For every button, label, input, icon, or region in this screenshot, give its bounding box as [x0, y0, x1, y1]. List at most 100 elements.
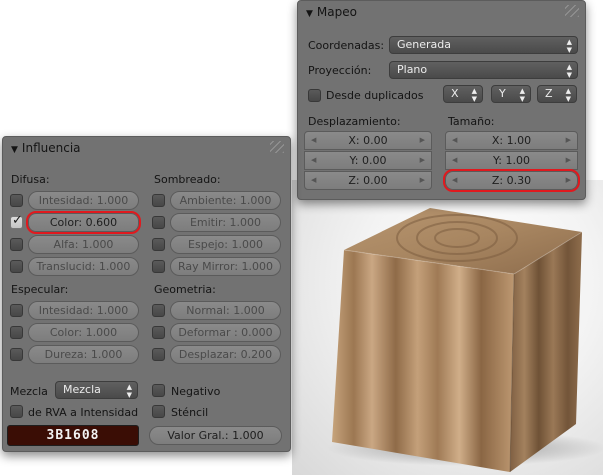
esp-color-value: Color: 1.000	[49, 326, 118, 339]
normal-checkbox[interactable]	[152, 304, 165, 317]
emitir-checkbox[interactable]	[152, 216, 165, 229]
desplazamiento-z-field[interactable]: ◀ Z: 0.00 ▶	[304, 171, 432, 190]
desplazamiento-y-field[interactable]: ◀ Y: 0.00 ▶	[304, 151, 432, 170]
espejo-checkbox[interactable]	[152, 238, 165, 251]
negativo-checkbox[interactable]	[152, 384, 165, 397]
panel-grip-icon[interactable]	[565, 5, 579, 17]
influencia-panel: ▼Influencia Difusa: Intesidad: 1.000 Col…	[2, 136, 291, 452]
sombreado-label: Sombreado:	[154, 173, 221, 186]
normal-field[interactable]: Normal: 1.000	[170, 301, 281, 320]
alfa-checkbox[interactable]	[10, 238, 23, 251]
alfa-field[interactable]: Alfa: 1.000	[28, 235, 139, 254]
dureza-value: Dureza: 1.000	[44, 348, 123, 361]
mezcla-select[interactable]: Mezcla ▲ ▼	[55, 381, 138, 399]
ambiente-field[interactable]: Ambiente: 1.000	[170, 191, 281, 210]
updown-arrows-icon: ▲ ▼	[519, 87, 525, 103]
coordenadas-value: Generada	[397, 38, 452, 51]
emitir-field[interactable]: Emitir: 1.000	[170, 213, 281, 232]
rva-intensidad-label: de RVA a Intensidad	[28, 406, 139, 419]
ambiente-checkbox[interactable]	[152, 194, 165, 207]
color-checkbox[interactable]	[10, 213, 23, 229]
axis-y-select[interactable]: Y ▲ ▼	[491, 85, 531, 103]
color-value: Color: 0.600	[49, 216, 118, 229]
desplazar-field[interactable]: Desplazar: 0.200	[170, 345, 281, 364]
alfa-value: Alfa: 1.000	[53, 238, 114, 251]
panel-grip-icon[interactable]	[270, 141, 284, 153]
axis-y-value: Y	[499, 87, 506, 100]
stencil-checkbox[interactable]	[152, 405, 165, 418]
valor-gral-value: Valor Gral.: 1.000	[167, 429, 264, 442]
influencia-header[interactable]: ▼ Influencia	[3, 137, 290, 159]
difusa-label: Difusa:	[11, 173, 50, 186]
desde-duplicados-checkbox[interactable]	[308, 89, 321, 102]
esp-intensidad-field[interactable]: Intesidad: 1.000	[28, 301, 139, 320]
stencil-label: Sténcil	[171, 406, 209, 419]
desde-duplicados-label: Desde duplicados	[326, 89, 424, 102]
desplazar-value: Desplazar: 0.200	[178, 348, 273, 361]
desplazamiento-y-value: Y: 0.00	[349, 154, 387, 167]
axis-z-value: Z	[545, 87, 553, 100]
mezcla-label: Mezcla	[10, 385, 48, 398]
translucid-field[interactable]: Translucid: 1.000	[28, 257, 139, 276]
mezcla-value: Mezcla	[63, 383, 101, 396]
esp-color-field[interactable]: Color: 1.000	[28, 323, 139, 342]
rva-intensidad-checkbox[interactable]	[10, 405, 23, 418]
dureza-checkbox[interactable]	[10, 348, 23, 361]
coordenadas-select[interactable]: Generada ▲ ▼	[389, 36, 578, 54]
esp-color-checkbox[interactable]	[10, 326, 23, 339]
axis-x-select[interactable]: X ▲ ▼	[443, 85, 483, 103]
intensidad-checkbox[interactable]	[10, 194, 23, 207]
intensidad-value: Intesidad: 1.000	[38, 194, 129, 207]
render-viewport	[292, 180, 603, 475]
ambiente-value: Ambiente: 1.000	[179, 194, 272, 207]
updown-arrows-icon: ▲ ▼	[565, 87, 571, 103]
tamano-label: Tamaño:	[448, 115, 495, 128]
deformar-checkbox[interactable]	[152, 326, 165, 339]
desplazamiento-label: Desplazamiento:	[308, 115, 401, 128]
collapse-triangle-icon[interactable]: ▼	[306, 9, 313, 19]
emitir-value: Emitir: 1.000	[189, 216, 262, 229]
mapeo-header[interactable]: ▼ Mapeo	[298, 1, 585, 23]
ray-mirror-field[interactable]: Ray Mirror: 1.000	[170, 257, 281, 276]
valor-gral-field[interactable]: Valor Gral.: 1.000	[149, 426, 282, 445]
color-hex-value: 3B1608	[46, 428, 100, 443]
intensidad-field[interactable]: Intesidad: 1.000	[28, 191, 139, 210]
desplazamiento-x-field[interactable]: ◀ X: 0.00 ▶	[304, 131, 432, 150]
translucid-checkbox[interactable]	[10, 260, 23, 273]
influencia-title: Influencia	[21, 141, 81, 155]
axis-z-select[interactable]: Z ▲ ▼	[537, 85, 577, 103]
proyeccion-value: Plano	[397, 63, 428, 76]
ray-mirror-checkbox[interactable]	[152, 260, 165, 273]
espejo-value: Espejo: 1.000	[188, 238, 263, 251]
coordenadas-label: Coordenadas:	[308, 39, 385, 52]
collapse-triangle-icon[interactable]: ▼	[11, 145, 18, 155]
normal-value: Normal: 1.000	[186, 304, 265, 317]
tamano-y-value: Y: 1.00	[493, 154, 530, 167]
updown-arrows-icon: ▲ ▼	[126, 383, 132, 399]
deformar-value: Deformar : 0.000	[178, 326, 273, 339]
especular-label: Especular:	[11, 283, 69, 296]
deformar-field[interactable]: Deformar : 0.000	[170, 323, 281, 342]
tamano-x-field[interactable]: ◀ X: 1.00 ▶	[445, 131, 578, 150]
proyeccion-select[interactable]: Plano ▲ ▼	[389, 61, 578, 79]
tamano-z-field[interactable]: ◀ Z: 0.30 ▶	[443, 169, 580, 192]
desplazar-checkbox[interactable]	[152, 348, 165, 361]
updown-arrows-icon: ▲ ▼	[471, 87, 477, 103]
tamano-x-value: X: 1.00	[491, 134, 532, 147]
wood-cube-render	[327, 208, 603, 473]
color-field[interactable]: Color: 0.600	[26, 211, 141, 234]
geometria-label: Geometria:	[154, 283, 216, 296]
mapeo-title: Mapeo	[316, 5, 357, 19]
axis-x-value: X	[451, 87, 459, 100]
espejo-field[interactable]: Espejo: 1.000	[170, 235, 281, 254]
updown-arrows-icon: ▲ ▼	[566, 63, 572, 79]
desplazamiento-x-value: X: 0.00	[348, 134, 388, 147]
desplazamiento-z-value: Z: 0.00	[348, 174, 388, 187]
esp-intensidad-checkbox[interactable]	[10, 304, 23, 317]
dureza-field[interactable]: Dureza: 1.000	[28, 345, 139, 364]
proyeccion-label: Proyección:	[308, 64, 372, 77]
translucid-value: Translucid: 1.000	[36, 260, 131, 273]
tamano-y-field[interactable]: ◀ Y: 1.00 ▶	[445, 151, 578, 170]
esp-intensidad-value: Intesidad: 1.000	[38, 304, 129, 317]
color-swatch-field[interactable]: 3B1608	[7, 425, 139, 446]
